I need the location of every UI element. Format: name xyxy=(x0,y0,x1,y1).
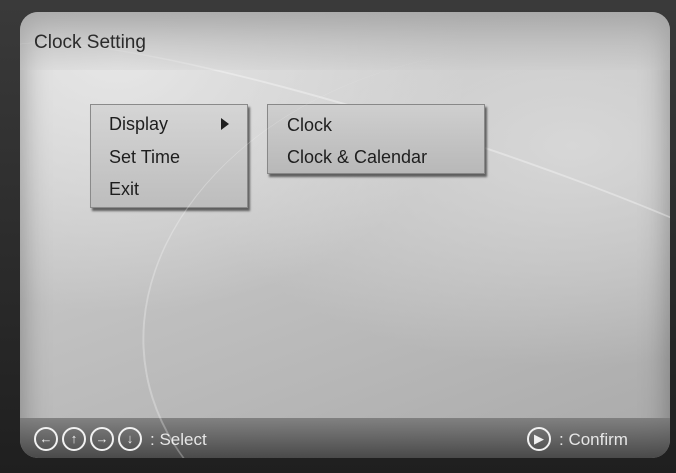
right-arrow-icon[interactable]: → xyxy=(90,427,114,451)
submenu-arrow-icon xyxy=(221,118,229,130)
screen: Clock Setting Display Set Time Exit Cloc… xyxy=(20,12,670,458)
submenu-item-label: Clock & Calendar xyxy=(287,147,428,167)
hint-bar: ← ↑ → ↓ : Select ▶ : Confirm xyxy=(20,418,670,458)
submenu-item-label: Clock xyxy=(287,115,333,135)
submenu-item-clock[interactable]: Clock xyxy=(268,109,484,139)
down-arrow-icon[interactable]: ↓ xyxy=(118,427,142,451)
submenu-item-clock-calendar[interactable]: Clock & Calendar xyxy=(268,141,484,171)
up-arrow-icon[interactable]: ↑ xyxy=(62,427,86,451)
confirm-hint-label: : Confirm xyxy=(559,430,628,449)
page-title: Clock Setting xyxy=(34,32,146,53)
device-frame: Clock Setting Display Set Time Exit Cloc… xyxy=(0,0,676,473)
title-bar: Clock Setting xyxy=(20,12,670,70)
menu-item-label: Exit xyxy=(109,179,140,199)
menu-item-label: Display xyxy=(109,114,169,134)
select-hint-label: : Select xyxy=(150,430,207,449)
confirm-play-icon[interactable]: ▶ xyxy=(527,427,551,451)
main-menu: Display Set Time Exit xyxy=(90,104,248,208)
menu-item-set-time[interactable]: Set Time xyxy=(91,142,247,172)
display-submenu: Clock Clock & Calendar xyxy=(267,104,485,174)
menu-item-display[interactable]: Display xyxy=(91,109,247,139)
menu-item-exit[interactable]: Exit xyxy=(91,174,247,204)
menu-item-label: Set Time xyxy=(109,147,181,167)
left-arrow-icon[interactable]: ← xyxy=(34,427,58,451)
